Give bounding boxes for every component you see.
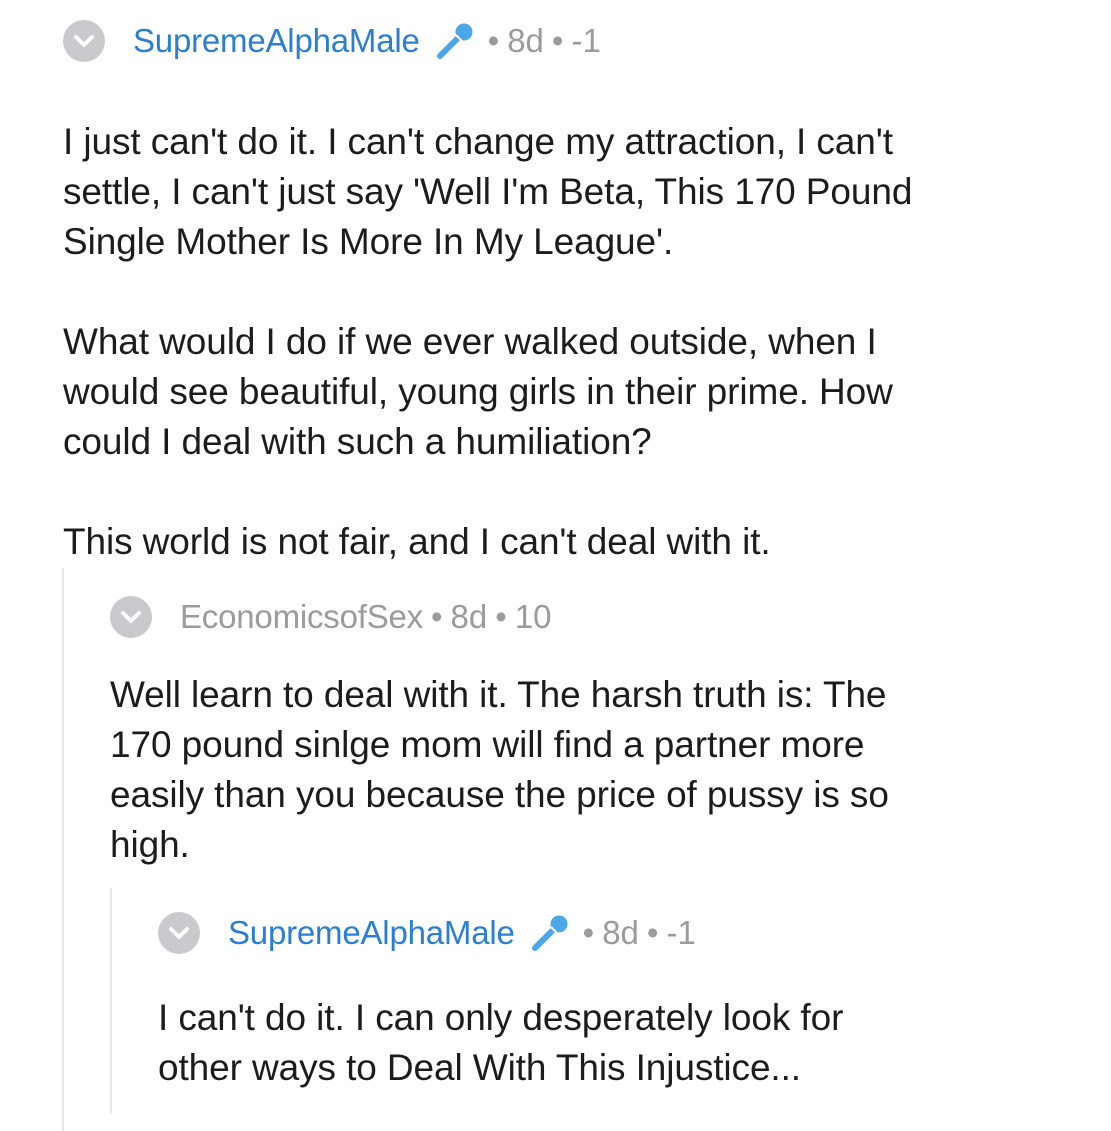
author-username[interactable]: SupremeAlphaMale (133, 22, 420, 60)
comment-score: -1 (571, 22, 601, 59)
separator-dot: • (551, 22, 564, 59)
chevron-down-icon (74, 35, 94, 47)
separator-dot: • (487, 22, 500, 59)
comment-body: Well learn to deal with it. The harsh tr… (110, 670, 1100, 870)
separator-dot: • (646, 914, 659, 951)
separator-dot: • (430, 598, 443, 635)
comment-score: 10 (514, 598, 552, 635)
chevron-down-icon (169, 927, 189, 939)
separator-dot: • (495, 598, 507, 635)
comment-header: EconomicsofSex • 8d • 10 (110, 592, 1100, 642)
comment-body: I just can't do it. I can't change my at… (63, 117, 1103, 567)
author-username[interactable]: EconomicsofSex (180, 598, 423, 636)
comment-body: I can't do it. I can only desperately lo… (158, 993, 1103, 1093)
separator-dot: • (582, 914, 595, 951)
comment-score: -1 (666, 914, 696, 951)
comment-header: SupremeAlphaMale • 8d • -1 (63, 16, 1103, 66)
collapse-button[interactable] (158, 912, 200, 954)
microphone-icon (527, 913, 571, 953)
comment-paragraph: I can't do it. I can only desperately lo… (158, 997, 844, 1088)
comment-paragraph: What would I do if we ever walked outsid… (63, 321, 893, 462)
comment-paragraph: Well learn to deal with it. The harsh tr… (110, 674, 889, 865)
comment-age: 8d (450, 598, 488, 635)
author-username[interactable]: SupremeAlphaMale (228, 914, 515, 952)
comment-paragraph: I just can't do it. I can't change my at… (63, 121, 913, 262)
comment-age: 8d (602, 914, 639, 951)
collapse-button[interactable] (110, 596, 152, 638)
comment-nested-reply: SupremeAlphaMale • 8d • -1 I can't do it… (158, 908, 1103, 1093)
chevron-down-icon (121, 611, 141, 623)
comment-header: SupremeAlphaMale • 8d • -1 (158, 908, 1103, 958)
thread-line-level-1 (62, 568, 64, 1131)
thread-line-level-2 (110, 888, 112, 1113)
comment-paragraph: This world is not fair, and I can't deal… (63, 521, 771, 562)
comment-age: 8d (507, 22, 544, 59)
comment-top-level: SupremeAlphaMale • 8d • -1 I just can't … (63, 16, 1103, 567)
collapse-button[interactable] (63, 20, 105, 62)
microphone-icon (432, 21, 476, 61)
comment-reply: EconomicsofSex • 8d • 10 Well learn to d… (110, 592, 1100, 870)
